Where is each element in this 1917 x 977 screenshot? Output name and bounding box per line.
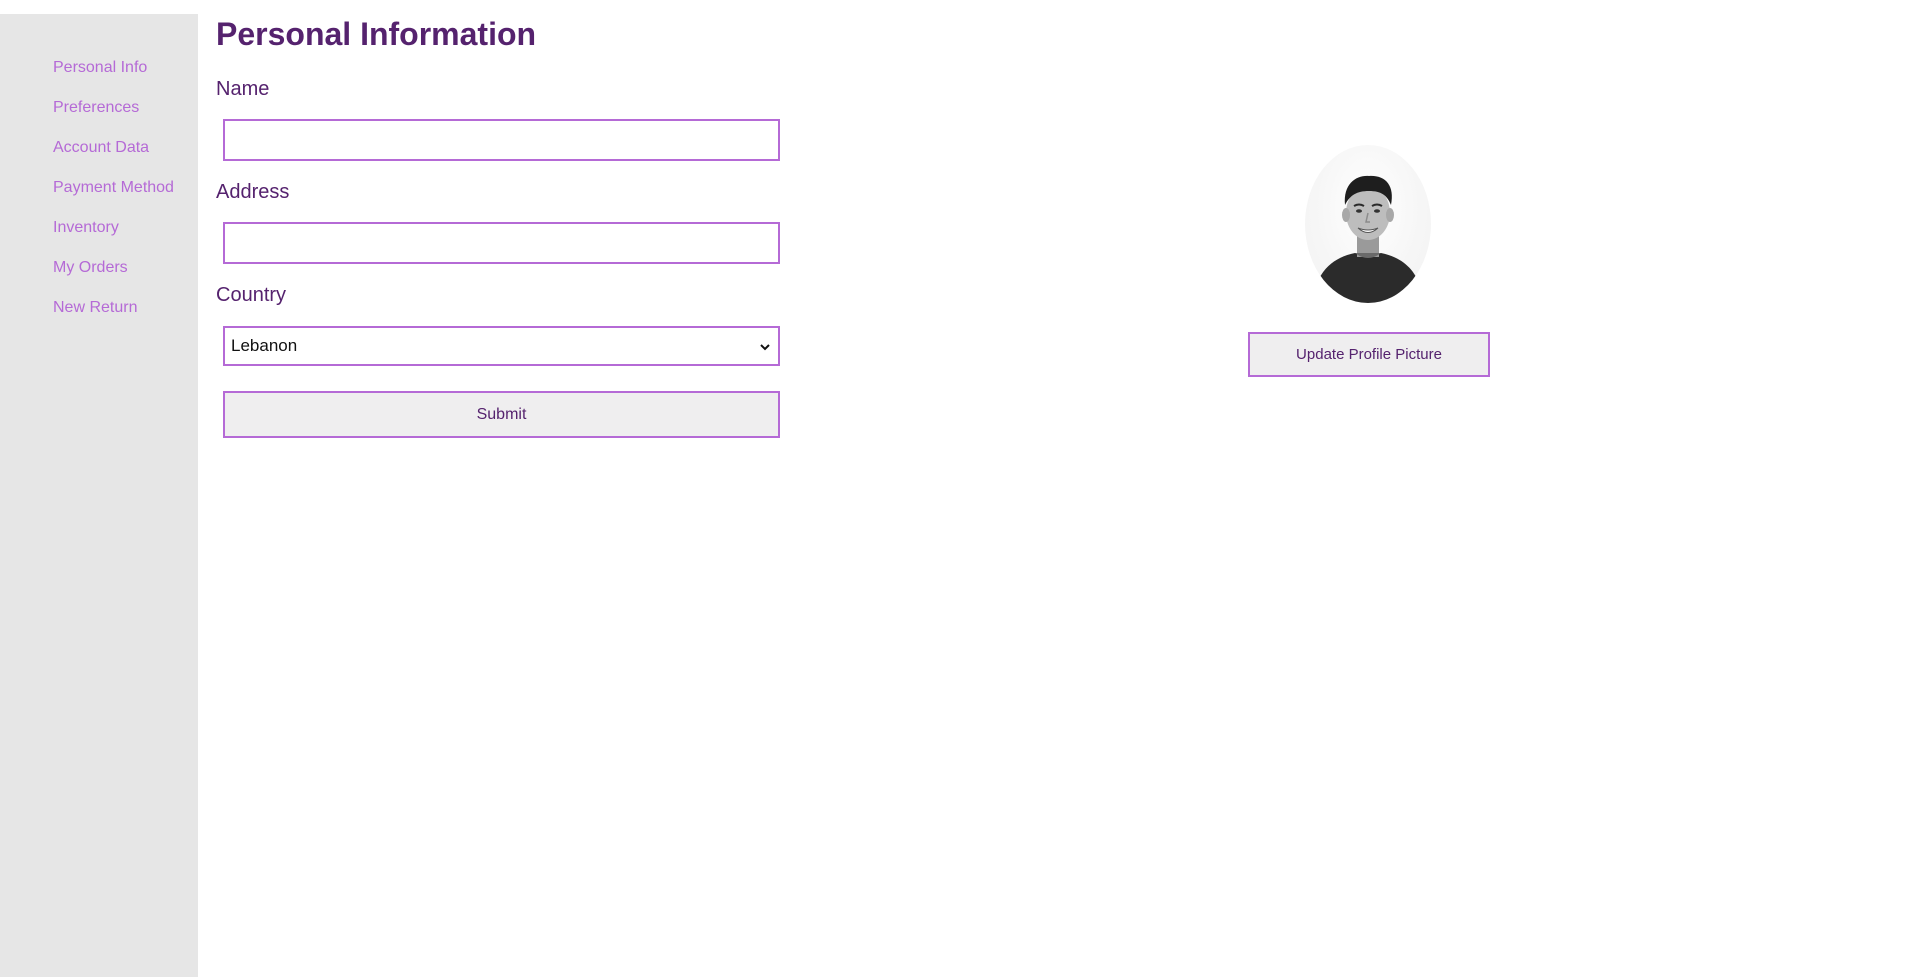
sidebar-item-preferences[interactable]: Preferences <box>53 88 174 128</box>
sidebar-item-new-return[interactable]: New Return <box>53 288 174 328</box>
chevron-down-icon <box>758 339 772 353</box>
sidebar-item-account-data[interactable]: Account Data <box>53 128 174 168</box>
sidebar-item-payment-method[interactable]: Payment Method <box>53 168 174 208</box>
country-selected-value: Lebanon <box>231 336 298 355</box>
address-label: Address <box>216 181 290 203</box>
sidebar-item-personal-info[interactable]: Personal Info <box>53 48 174 88</box>
submit-button[interactable]: Submit <box>223 391 780 438</box>
app-root: Personal Info Preferences Account Data P… <box>0 0 1917 977</box>
sidebar-item-my-orders[interactable]: My Orders <box>53 248 174 288</box>
name-label: Name <box>216 78 270 100</box>
sidebar: Personal Info Preferences Account Data P… <box>0 14 198 977</box>
country-label: Country <box>216 284 287 306</box>
avatar <box>1305 145 1431 303</box>
page-title: Personal Information <box>216 16 537 52</box>
update-profile-picture-button[interactable]: Update Profile Picture <box>1248 332 1490 377</box>
profile-photo-icon <box>1313 175 1423 303</box>
sidebar-item-inventory[interactable]: Inventory <box>53 208 174 248</box>
name-input[interactable] <box>223 119 780 161</box>
country-select[interactable]: Lebanon <box>223 326 780 366</box>
sidebar-nav-list: Personal Info Preferences Account Data P… <box>53 48 174 328</box>
address-input[interactable] <box>223 222 780 264</box>
